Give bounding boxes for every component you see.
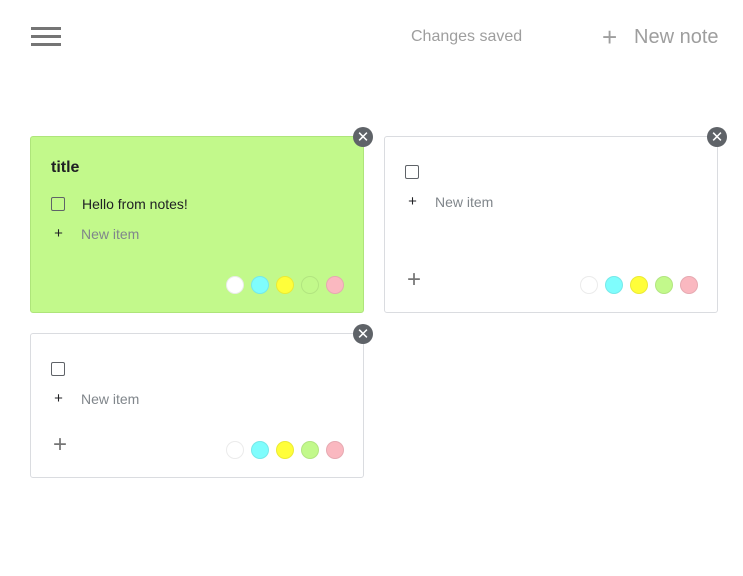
new-note-label: New note bbox=[634, 25, 719, 48]
add-icon[interactable]: + bbox=[407, 268, 421, 292]
color-swatch-yellow[interactable] bbox=[630, 276, 648, 294]
color-swatch-green[interactable] bbox=[301, 276, 319, 294]
new-item-input[interactable]: New item bbox=[435, 194, 493, 210]
list-item: Hello from notes! bbox=[51, 196, 188, 212]
color-swatch-pink[interactable] bbox=[326, 441, 344, 459]
color-swatch-yellow[interactable] bbox=[276, 276, 294, 294]
color-swatch-cyan[interactable] bbox=[251, 276, 269, 294]
new-item-input[interactable]: New item bbox=[81, 391, 139, 407]
color-swatch-white[interactable] bbox=[226, 441, 244, 459]
plus-icon: + bbox=[602, 22, 618, 52]
item-checkbox[interactable] bbox=[405, 165, 419, 179]
plus-icon[interactable]: + bbox=[51, 390, 66, 407]
new-note-button[interactable]: + New note bbox=[602, 24, 719, 50]
list-item bbox=[51, 362, 82, 376]
close-icon[interactable]: ✕ bbox=[707, 127, 727, 147]
color-swatch-cyan[interactable] bbox=[251, 441, 269, 459]
add-icon[interactable]: + bbox=[53, 433, 67, 457]
add-item-row: + New item bbox=[51, 390, 139, 407]
color-swatch-white[interactable] bbox=[226, 276, 244, 294]
menu-icon-line bbox=[31, 35, 61, 38]
add-item-row: + New item bbox=[405, 193, 493, 210]
color-swatch-green[interactable] bbox=[655, 276, 673, 294]
close-icon[interactable]: ✕ bbox=[353, 127, 373, 147]
list-item bbox=[405, 165, 436, 179]
save-status: Changes saved bbox=[411, 28, 523, 45]
plus-icon[interactable]: + bbox=[51, 225, 66, 242]
item-checkbox[interactable] bbox=[51, 362, 65, 376]
color-swatch-pink[interactable] bbox=[326, 276, 344, 294]
item-checkbox[interactable] bbox=[51, 197, 65, 211]
menu-icon-line bbox=[31, 27, 61, 30]
item-text[interactable]: Hello from notes! bbox=[82, 196, 188, 212]
color-palette bbox=[219, 276, 344, 294]
new-item-input[interactable]: New item bbox=[81, 226, 139, 242]
color-swatch-pink[interactable] bbox=[680, 276, 698, 294]
note-card: ✕ title Hello from notes! + New item bbox=[30, 127, 373, 313]
note-card: ✕ + New item + bbox=[30, 324, 373, 478]
plus-icon[interactable]: + bbox=[405, 193, 420, 210]
menu-icon-line bbox=[31, 43, 61, 46]
color-swatch-yellow[interactable] bbox=[276, 441, 294, 459]
top-bar: Changes saved + New note bbox=[0, 0, 743, 72]
menu-icon[interactable] bbox=[31, 27, 61, 47]
color-palette bbox=[573, 276, 698, 294]
color-swatch-cyan[interactable] bbox=[605, 276, 623, 294]
note-title[interactable]: title bbox=[51, 159, 79, 177]
note-card: ✕ + New item + bbox=[384, 127, 727, 313]
color-palette bbox=[219, 441, 344, 459]
color-swatch-green[interactable] bbox=[301, 441, 319, 459]
close-icon[interactable]: ✕ bbox=[353, 324, 373, 344]
color-swatch-white[interactable] bbox=[580, 276, 598, 294]
add-item-row: + New item bbox=[51, 225, 139, 242]
